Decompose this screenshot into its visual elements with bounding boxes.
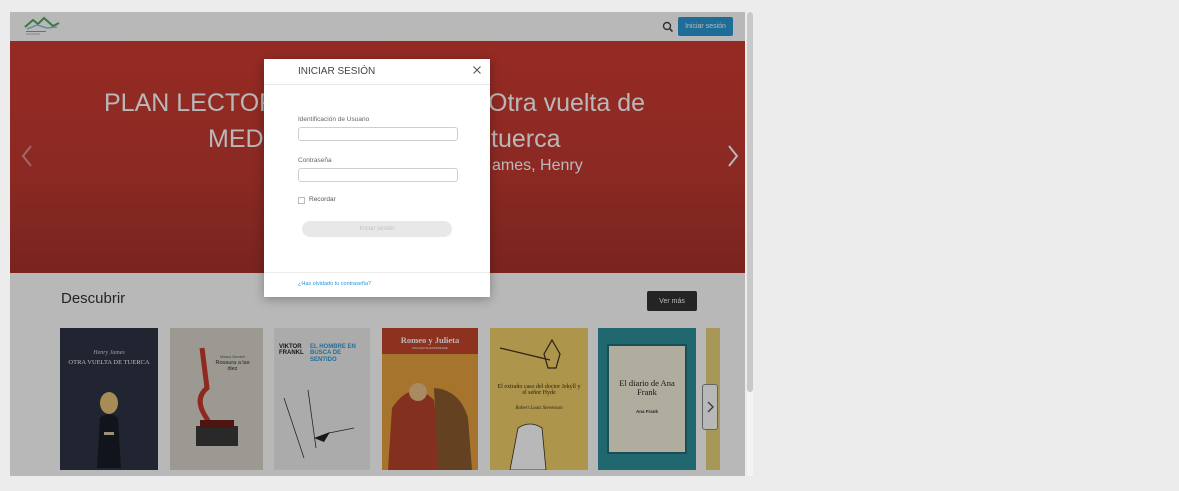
remember-label: Recordar [309, 196, 336, 203]
login-submit-button[interactable]: Iniciar sesión [302, 221, 452, 237]
forgot-password-link[interactable]: ¿Has olvidado tu contraseña? [298, 281, 371, 287]
user-id-input[interactable] [298, 127, 458, 141]
user-id-label: Identificación de Usuario [298, 116, 370, 123]
divider [264, 84, 490, 85]
browser-viewport: Iniciar sesión PLAN LECTOR MED Otra vuel… [10, 12, 745, 476]
password-input[interactable] [298, 168, 458, 182]
login-modal: INICIAR SESIÓN Identificación de Usuario… [264, 59, 490, 297]
remember-checkbox[interactable] [298, 197, 305, 204]
scrollbar-thumb[interactable] [747, 12, 753, 392]
close-icon[interactable] [470, 63, 484, 77]
password-label: Contraseña [298, 157, 332, 164]
divider [264, 272, 490, 273]
page-scrollbar[interactable] [747, 12, 753, 476]
modal-title: INICIAR SESIÓN [298, 66, 376, 77]
